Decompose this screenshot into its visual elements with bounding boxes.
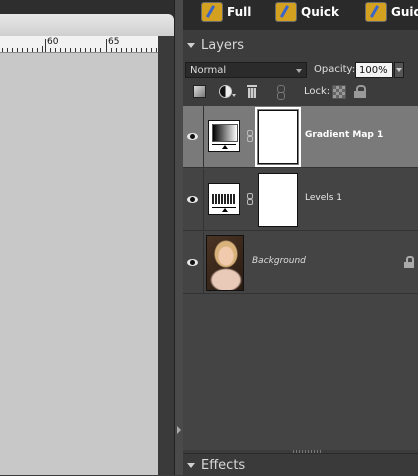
layer-row-background[interactable]: Background [183,232,418,294]
layer-name[interactable]: Levels 1 [305,193,342,203]
chain-link-icon[interactable] [247,193,253,205]
visibility-toggle[interactable] [183,106,204,168]
levels-thumbnail[interactable] [208,183,240,215]
collapse-arrow-icon[interactable] [177,426,181,434]
document-tab[interactable] [0,14,174,36]
guided-edit-icon [365,2,387,22]
horizontal-ruler: 60 65 [0,36,158,53]
quick-fix-label: Quick [301,5,339,19]
layer-row-levels[interactable]: Levels 1 [183,169,418,231]
quick-fix-icon [275,2,297,22]
gradient-map-thumbnail[interactable] [208,120,240,152]
layer-mask-thumbnail[interactable] [258,173,298,227]
layer-mask-thumbnail[interactable] [255,107,301,167]
layers-toolbar: Lock: [183,82,418,102]
chevron-down-icon [296,69,302,73]
effects-panel-title: Effects [201,457,246,473]
full-edit-icon [201,2,223,22]
blend-options-row: Normal Opacity: 100% [183,60,418,80]
opacity-input[interactable]: 100% [355,62,393,78]
layers-panel-header[interactable]: Layers [183,34,418,56]
layer-name[interactable]: Gradient Map 1 [305,130,383,140]
trash-icon[interactable] [245,85,259,99]
adjustment-layer-icon[interactable] [219,85,232,98]
document-area: 60 65 [0,0,178,475]
ruler-label-65: 65 [108,37,120,47]
link-layers-icon[interactable] [274,85,288,100]
layers-list: Gradient Map 1 Levels 1 Background [183,106,418,450]
panel-bin: Full Quick Guid Layers Normal Opacity: 1… [183,0,418,476]
eye-icon[interactable] [187,259,198,266]
full-edit-label: Full [227,5,252,19]
new-layer-icon[interactable] [193,85,206,98]
guided-edit-button[interactable]: Guid [365,0,418,24]
opacity-label: Opacity: [314,64,356,75]
adjustment-dropdown-icon[interactable] [232,94,236,97]
eye-icon[interactable] [187,196,198,203]
layer-name[interactable]: Background [252,256,306,266]
background-photo-thumbnail[interactable] [206,235,244,291]
chain-link-icon[interactable] [247,130,253,142]
opacity-slider-button[interactable] [394,62,404,78]
lock-transparency-icon[interactable] [332,85,346,99]
layer-row-gradient-map[interactable]: Gradient Map 1 [183,106,418,168]
collapse-triangle-icon[interactable] [187,462,195,468]
guided-edit-label: Guid [391,5,418,19]
visibility-toggle[interactable] [183,232,204,294]
layers-panel-title: Layers [201,37,245,53]
blend-mode-value: Normal [190,65,227,76]
quick-fix-button[interactable]: Quick [275,0,339,24]
collapse-triangle-icon[interactable] [187,42,195,48]
document-edge [158,36,174,475]
lock-icon [404,256,414,268]
blend-mode-select[interactable]: Normal [185,62,307,78]
lock-label: Lock: [304,86,331,97]
ruler-label-60: 60 [47,37,59,47]
visibility-toggle[interactable] [183,169,204,231]
edit-mode-bar: Full Quick Guid [183,0,418,30]
effects-panel-header[interactable]: Effects [183,453,418,476]
full-edit-button[interactable]: Full [201,0,251,24]
eye-icon[interactable] [187,133,198,140]
lock-all-icon[interactable] [353,85,367,99]
image-canvas[interactable] [0,53,158,475]
